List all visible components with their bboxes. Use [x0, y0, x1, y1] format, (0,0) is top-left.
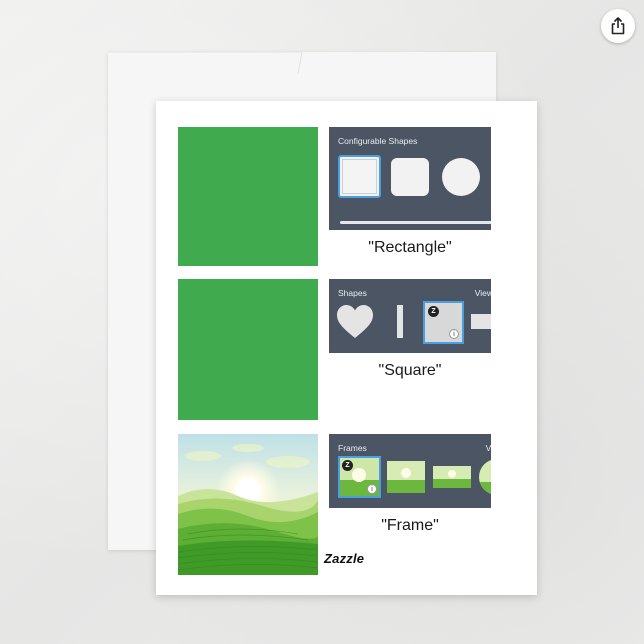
- wide-frame-option[interactable]: [433, 466, 471, 488]
- rectangle-sample: [178, 127, 318, 266]
- square-frame-option[interactable]: Z i: [338, 456, 381, 498]
- info-icon[interactable]: i: [367, 484, 377, 494]
- panel-title: Configurable Shapes: [338, 136, 418, 146]
- square-shape-option[interactable]: Z i: [423, 301, 464, 344]
- wide-rectangle-shape-option[interactable]: [471, 314, 491, 329]
- zazzle-badge: Z: [342, 460, 353, 471]
- panel-title: Frames: [338, 443, 367, 453]
- caption-rectangle: "Rectangle": [368, 239, 452, 256]
- caption-square: "Square": [378, 362, 442, 379]
- heart-shape-option[interactable]: [336, 304, 374, 340]
- panel-view-link[interactable]: Vi: [486, 443, 491, 453]
- circle-frame-option[interactable]: [479, 459, 491, 495]
- zazzle-badge: Z: [428, 306, 439, 317]
- share-icon: [611, 17, 625, 35]
- rectangle-shape-option[interactable]: [338, 155, 381, 198]
- frames-panel: Frames Vi Z i: [329, 434, 491, 508]
- landscape-photo: [178, 434, 318, 575]
- shapes-panel: Shapes View Z i: [329, 279, 491, 353]
- panel-scrollbar[interactable]: [340, 221, 491, 224]
- rounded-square-shape-option[interactable]: [391, 158, 429, 196]
- configurable-shapes-panel: Configurable Shapes: [329, 127, 491, 230]
- share-button[interactable]: [601, 9, 635, 43]
- line-shape-option[interactable]: [397, 305, 403, 338]
- square-sample: [178, 279, 318, 420]
- caption-frame: "Frame": [381, 517, 439, 534]
- product-card[interactable]: Configurable Shapes "Rectangle" Shapes V…: [156, 101, 537, 595]
- panel-title: Shapes: [338, 288, 367, 298]
- panel-view-link[interactable]: View: [475, 288, 491, 298]
- circle-shape-option[interactable]: [442, 158, 480, 196]
- rectangle-frame-option[interactable]: [387, 461, 425, 493]
- zazzle-logo: Zazzle: [324, 551, 365, 566]
- info-icon[interactable]: i: [449, 329, 459, 339]
